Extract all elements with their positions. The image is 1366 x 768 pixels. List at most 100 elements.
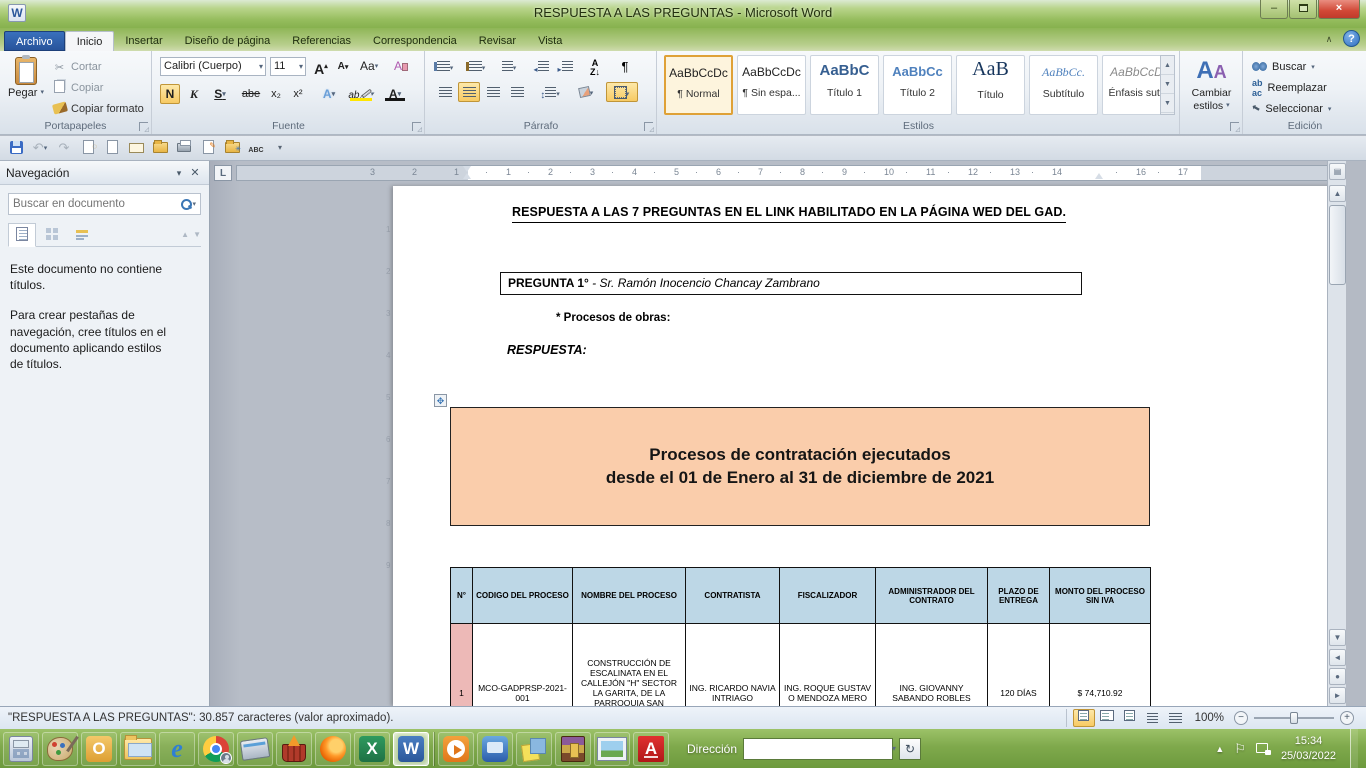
italic-button[interactable]: K bbox=[184, 84, 204, 104]
taskbar-photo-viewer-icon[interactable] bbox=[594, 732, 630, 766]
new-document-button[interactable] bbox=[102, 138, 122, 158]
change-styles-button[interactable]: AA Cambiarestilos ▾ bbox=[1181, 57, 1242, 112]
close-button[interactable]: × bbox=[1318, 0, 1360, 19]
first-line-indent-marker[interactable] bbox=[463, 166, 471, 172]
action-center-flag-icon[interactable]: ⚐ bbox=[1234, 741, 1246, 757]
multilevel-list-button[interactable]: ▾ bbox=[498, 56, 520, 76]
zoom-slider-thumb[interactable] bbox=[1290, 712, 1298, 724]
folder-special-button[interactable]: ✳ bbox=[222, 138, 242, 158]
grow-font-button[interactable]: A▴ bbox=[311, 56, 331, 76]
previous-page-icon[interactable]: ◄ bbox=[1329, 649, 1346, 666]
taskbar-word-icon[interactable]: W bbox=[393, 732, 429, 766]
nav-tab-pages[interactable] bbox=[38, 223, 66, 247]
taskbar-firefox-icon[interactable] bbox=[315, 732, 351, 766]
bullets-button[interactable]: ▾ bbox=[434, 56, 456, 76]
tab-inicio[interactable]: Inicio bbox=[65, 31, 115, 51]
previous-result-icon[interactable]: ▲ bbox=[181, 223, 189, 246]
select-button[interactable]: ⬉Seleccionar ▾ bbox=[1252, 99, 1364, 118]
style-titulo1[interactable]: AaBbCTítulo 1 bbox=[810, 55, 879, 115]
web-layout-view-button[interactable] bbox=[1119, 709, 1141, 727]
gallery-down-icon[interactable]: ▼ bbox=[1161, 75, 1174, 94]
paste-button[interactable]: Pegar ▾ bbox=[5, 54, 47, 120]
clear-formatting-button[interactable]: A bbox=[391, 56, 411, 76]
line-spacing-button[interactable]: ↕▾ bbox=[536, 82, 564, 102]
taskbar-explorer-icon[interactable] bbox=[120, 732, 156, 766]
increase-indent-button[interactable]: ▸ bbox=[554, 56, 576, 76]
font-color-button[interactable]: A▾ bbox=[381, 84, 409, 104]
show-desktop-button[interactable] bbox=[1350, 729, 1358, 768]
font-family-combo[interactable]: Calibri (Cuerpo)▾ bbox=[160, 57, 266, 76]
align-right-button[interactable] bbox=[482, 82, 504, 102]
taskbar-media-center-icon[interactable] bbox=[477, 732, 513, 766]
address-refresh-icon[interactable]: ↻ bbox=[899, 738, 921, 760]
print-layout-view-button[interactable] bbox=[1073, 709, 1095, 727]
taskbar-clock[interactable]: 15:34 25/03/2022 bbox=[1281, 734, 1336, 764]
taskbar-sticky-notes-icon[interactable] bbox=[516, 732, 552, 766]
nav-tab-headings[interactable] bbox=[8, 223, 36, 247]
nav-pane-menu-icon[interactable]: ▾ bbox=[171, 165, 187, 181]
search-icon[interactable] bbox=[180, 198, 192, 210]
taskbar-winrar-icon[interactable] bbox=[555, 732, 591, 766]
taskbar-calculator-icon[interactable] bbox=[3, 732, 39, 766]
nav-search-input[interactable] bbox=[13, 198, 180, 210]
zoom-slider-track[interactable] bbox=[1254, 717, 1334, 719]
taskbar-internet-explorer-icon[interactable]: e bbox=[159, 732, 195, 766]
address-dropdown-icon[interactable]: ▾ bbox=[892, 744, 899, 753]
collapse-ribbon-icon[interactable]: ∧ bbox=[1321, 32, 1337, 46]
select-browse-object-icon[interactable]: ● bbox=[1329, 668, 1346, 685]
vertical-scrollbar[interactable]: ▤ ▲ ▼ ◄ ● ► bbox=[1327, 161, 1346, 706]
view-ruler-toggle-icon[interactable]: ▤ bbox=[1329, 163, 1346, 180]
tab-insertar[interactable]: Insertar bbox=[114, 31, 173, 51]
toolbar-overflow-button[interactable]: ▾ bbox=[270, 138, 290, 158]
right-indent-marker[interactable] bbox=[1095, 173, 1103, 179]
spelling-button[interactable]: ABC✓ bbox=[246, 138, 266, 158]
shading-button[interactable]: ▾ bbox=[572, 82, 600, 102]
next-result-icon[interactable]: ▼ bbox=[193, 223, 201, 246]
style-sin-espaciado[interactable]: AaBbCcDc¶ Sin espa... bbox=[737, 55, 806, 115]
highlight-color-button[interactable]: ab🖉▾ bbox=[346, 84, 376, 104]
taskbar-disc-burner-icon[interactable] bbox=[276, 732, 312, 766]
style-titulo[interactable]: AaBTítulo bbox=[956, 55, 1025, 115]
align-center-button[interactable] bbox=[458, 82, 480, 102]
strikethrough-button[interactable]: abe bbox=[238, 84, 264, 104]
tab-correspondencia[interactable]: Correspondencia bbox=[362, 31, 468, 51]
gallery-more-icon[interactable]: ▼ bbox=[1161, 94, 1174, 113]
style-normal[interactable]: AaBbCcDc¶ Normal bbox=[664, 55, 733, 115]
bold-button[interactable]: N bbox=[160, 84, 180, 104]
font-size-combo[interactable]: 11▾ bbox=[270, 57, 306, 76]
numbering-button[interactable]: ▾ bbox=[466, 56, 488, 76]
scroll-up-icon[interactable]: ▲ bbox=[1329, 185, 1346, 202]
print-preview-button[interactable]: ◌ bbox=[78, 138, 98, 158]
network-icon[interactable] bbox=[1256, 743, 1271, 755]
help-icon[interactable]: ? bbox=[1343, 30, 1360, 47]
restore-button[interactable] bbox=[1289, 0, 1317, 19]
nav-search-box[interactable]: ▾ bbox=[8, 193, 201, 215]
taskbar-excel-icon[interactable]: X bbox=[354, 732, 390, 766]
hidden-icons-chevron[interactable]: ▲ bbox=[1215, 744, 1224, 754]
underline-button[interactable]: S▾ bbox=[206, 84, 234, 104]
taskbar-chrome-icon[interactable] bbox=[198, 732, 234, 766]
styles-dialog-launcher[interactable] bbox=[1230, 122, 1239, 131]
tab-referencias[interactable]: Referencias bbox=[281, 31, 362, 51]
next-page-icon[interactable]: ► bbox=[1329, 687, 1346, 704]
horizontal-ruler[interactable]: 321 1·2·3·4·5·6·7·8·9·10·11·12·13·14·16·… bbox=[236, 165, 1332, 181]
find-button[interactable]: Buscar ▾ bbox=[1252, 57, 1364, 76]
scrollbar-thumb[interactable] bbox=[1329, 205, 1346, 285]
copy-button[interactable]: Copiar bbox=[52, 78, 148, 98]
zoom-level[interactable]: 100% bbox=[1195, 712, 1224, 724]
undo-button[interactable]: ↶▾ bbox=[30, 138, 50, 158]
taskbar-autocad-icon[interactable]: A bbox=[633, 732, 669, 766]
sort-button[interactable]: AZ↓ bbox=[584, 56, 606, 76]
font-dialog-launcher[interactable] bbox=[412, 122, 421, 131]
style-titulo2[interactable]: AaBbCcTítulo 2 bbox=[883, 55, 952, 115]
change-case-button[interactable]: Aa▾ bbox=[359, 56, 379, 76]
tab-stop-selector[interactable]: L bbox=[214, 165, 232, 181]
open-button[interactable] bbox=[150, 138, 170, 158]
paragraph-dialog-launcher[interactable] bbox=[644, 122, 653, 131]
edit-page-button[interactable]: ✎ bbox=[198, 138, 218, 158]
justify-button[interactable] bbox=[506, 82, 528, 102]
text-effects-button[interactable]: A▾ bbox=[316, 84, 342, 104]
save-button[interactable] bbox=[6, 138, 26, 158]
styles-gallery-scrollbar[interactable]: ▲▼▼ bbox=[1160, 55, 1175, 115]
taskbar-paint-icon[interactable] bbox=[42, 732, 78, 766]
